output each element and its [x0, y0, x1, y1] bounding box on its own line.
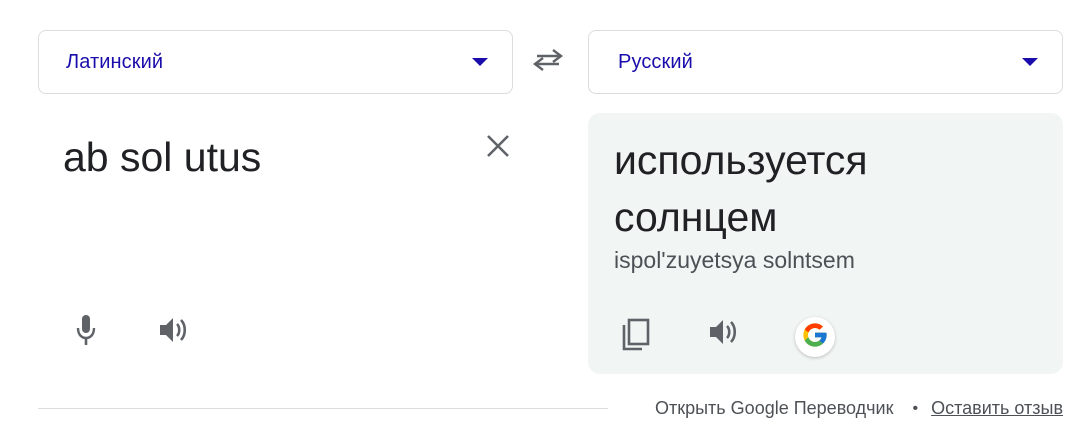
- translate-widget: Латинский Русский ab sol utus использует…: [0, 0, 1080, 435]
- speaker-icon: [708, 317, 740, 352]
- source-text-input[interactable]: ab sol utus: [63, 133, 261, 181]
- target-language-select[interactable]: Русский: [588, 30, 1063, 94]
- footer-separator: •: [912, 399, 919, 417]
- chevron-down-icon: [1018, 50, 1042, 74]
- chevron-down-icon: [468, 50, 492, 74]
- transliteration-text: ispol'zuyetsya solntsem: [614, 247, 855, 273]
- send-feedback-link[interactable]: Оставить отзыв: [931, 398, 1063, 419]
- translated-text: используется солнцем: [614, 137, 868, 240]
- google-logo-icon: [801, 321, 829, 354]
- swap-arrows-icon: [533, 48, 563, 76]
- translation-panel: используется солнцем ispol'zuyetsya soln…: [588, 113, 1063, 374]
- speaker-icon: [158, 315, 190, 350]
- footer-divider: [38, 408, 608, 409]
- clear-text-button[interactable]: [482, 132, 514, 164]
- google-translate-button[interactable]: [795, 317, 835, 357]
- listen-translation-button[interactable]: [704, 314, 744, 354]
- voice-input-button[interactable]: [68, 314, 104, 350]
- footer: Открыть Google Переводчик • Оставить отз…: [655, 398, 1063, 419]
- copy-icon: [621, 318, 651, 357]
- copy-translation-button[interactable]: [616, 317, 656, 357]
- open-google-translate-link[interactable]: Открыть Google Переводчик: [655, 398, 894, 419]
- listen-source-button[interactable]: [156, 314, 192, 350]
- close-icon: [485, 133, 511, 164]
- source-language-label: Латинский: [66, 50, 164, 73]
- swap-languages-button[interactable]: [528, 46, 568, 78]
- source-language-select[interactable]: Латинский: [38, 30, 513, 94]
- target-language-label: Русский: [618, 50, 693, 73]
- microphone-icon: [75, 314, 97, 351]
